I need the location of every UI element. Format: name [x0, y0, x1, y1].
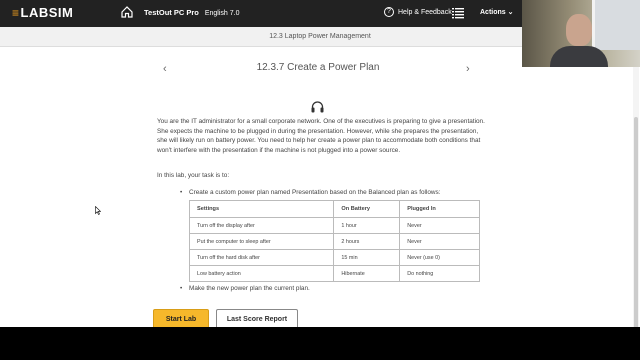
task-item: Make the new power plan the current plan…: [180, 285, 310, 292]
column-header: Settings: [188, 200, 335, 218]
task-item: Create a custom power plan named Present…: [180, 189, 441, 196]
table-cell: Turn off the hard disk after: [188, 249, 335, 266]
table-row: Put the computer to sleep after 2 hours …: [188, 233, 480, 250]
start-lab-button[interactable]: Start Lab: [153, 309, 209, 327]
last-score-report-button[interactable]: Last Score Report: [216, 309, 298, 327]
table-cell: Put the computer to sleep after: [188, 233, 335, 250]
course-language: English 7.0: [204, 10, 240, 17]
table-cell: 2 hours: [333, 233, 401, 250]
course-label[interactable]: TestOut PC Pro English 7.0: [144, 8, 239, 17]
chevron-down-icon: ⌄: [507, 9, 514, 16]
task-intro: In this lab, your task is to:: [157, 172, 230, 179]
column-header: On Battery: [333, 200, 401, 218]
table-header-row: Settings On Battery Plugged In: [188, 200, 480, 218]
actions-menu[interactable]: Actions ⌄: [480, 8, 514, 16]
lab-description: You are the IT administrator for a small…: [157, 118, 485, 154]
help-label: Help & Feedback: [398, 8, 452, 16]
table-row: Turn off the display after 1 hour Never: [188, 217, 480, 234]
chevron-right-icon[interactable]: ›: [466, 63, 470, 75]
table-cell: 1 hour: [333, 217, 401, 234]
logo-text: LABSIM: [20, 5, 74, 20]
webcam-overlay: [522, 0, 640, 67]
actions-label: Actions: [480, 9, 506, 16]
table-cell: Low battery action: [188, 265, 335, 282]
scrollbar-thumb[interactable]: [634, 117, 638, 327]
column-header: Plugged In: [399, 200, 480, 218]
table-cell: Never: [399, 233, 480, 250]
labsim-logo[interactable]: ≡ LABSIM: [12, 5, 73, 20]
list-icon[interactable]: [452, 7, 464, 19]
table-row: Low battery action Hibernate Do nothing: [188, 265, 480, 282]
table-row: Turn off the hard disk after 15 min Neve…: [188, 249, 480, 266]
mouse-cursor-icon: [95, 206, 101, 215]
table-cell: Hibernate: [333, 265, 401, 282]
table-cell: Turn off the display after: [188, 217, 335, 234]
headset-icon[interactable]: [311, 101, 324, 113]
logo-mark-icon: ≡: [12, 5, 20, 20]
labsim-window: ≡ LABSIM TestOut PC Pro English 7.0 ? He…: [0, 0, 640, 327]
power-settings-table: Settings On Battery Plugged In Turn off …: [188, 200, 480, 282]
vertical-scrollbar[interactable]: [633, 47, 639, 327]
course-title: TestOut PC Pro: [144, 8, 199, 17]
table-cell: Do nothing: [399, 265, 480, 282]
table-cell: Never: [399, 217, 480, 234]
table-cell: 15 min: [333, 249, 401, 266]
help-feedback-button[interactable]: ? Help & Feedback: [384, 7, 452, 17]
home-icon[interactable]: [120, 5, 134, 19]
help-circle-icon: ?: [384, 7, 394, 17]
table-cell: Never (use 0): [399, 249, 480, 266]
